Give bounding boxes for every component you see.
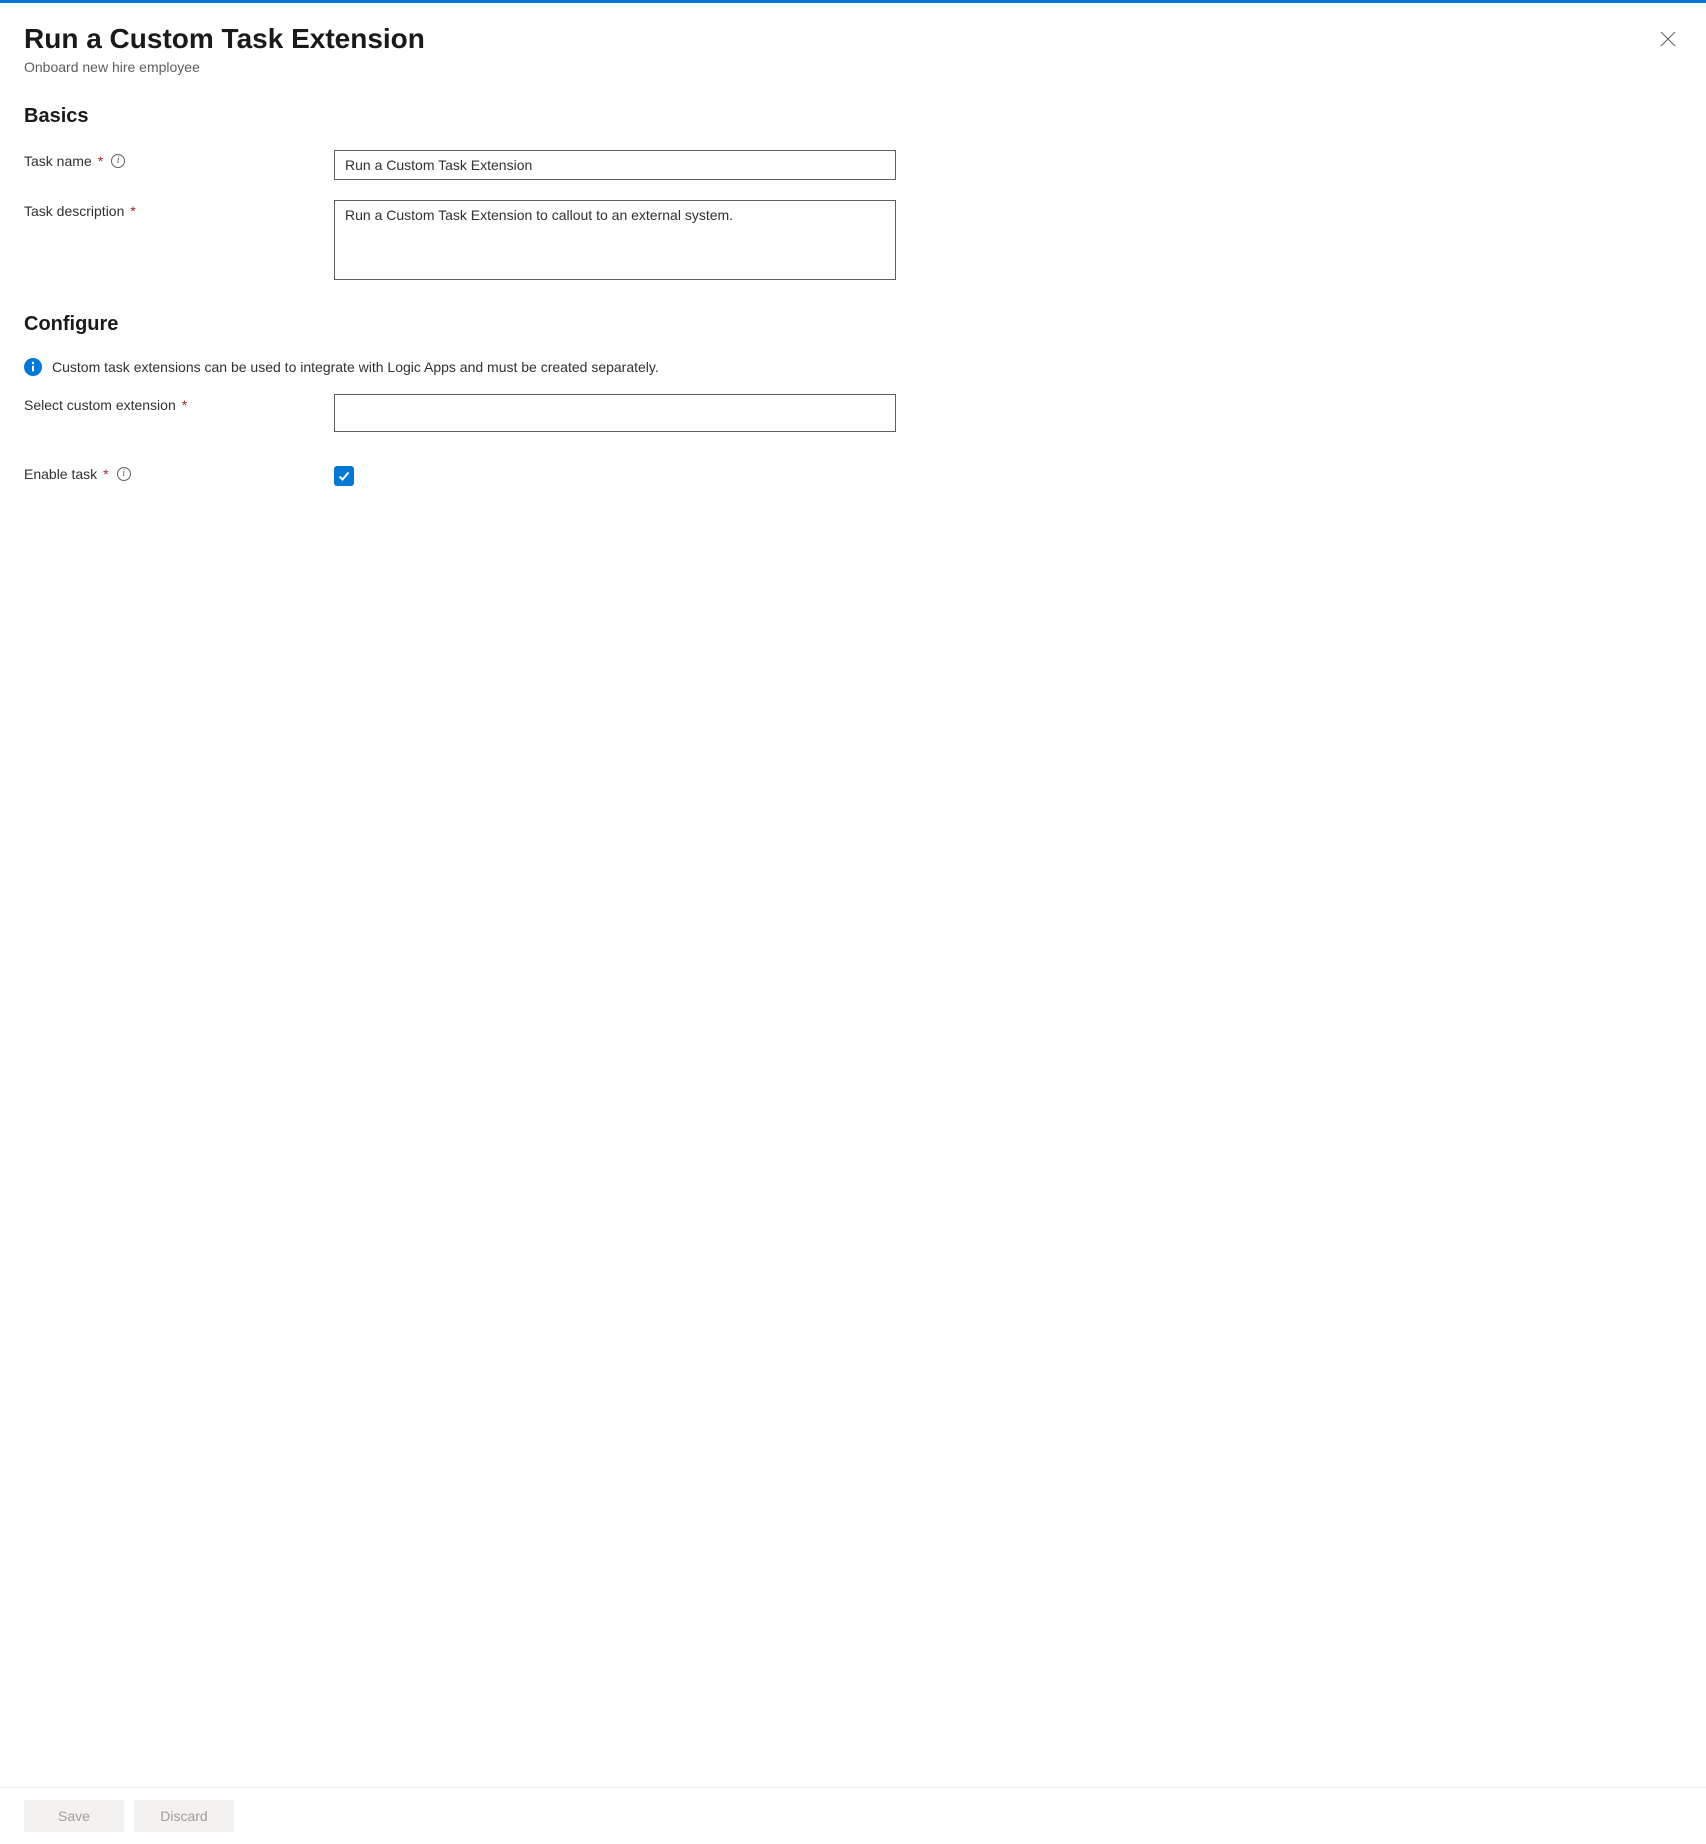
- enable-task-row: Enable task * i: [24, 466, 1682, 486]
- task-description-input[interactable]: [334, 200, 896, 280]
- select-extension-label: Select custom extension: [24, 397, 176, 413]
- close-button[interactable]: [1654, 25, 1682, 56]
- panel-title-block: Run a Custom Task Extension Onboard new …: [24, 21, 425, 75]
- info-icon[interactable]: i: [117, 467, 131, 481]
- task-description-row: Task description *: [24, 200, 1682, 283]
- task-name-label-wrap: Task name * i: [24, 150, 334, 169]
- task-description-input-wrap: [334, 200, 896, 283]
- task-name-row: Task name * i: [24, 150, 1682, 180]
- required-indicator: *: [103, 466, 108, 482]
- enable-task-checkbox-wrap: [334, 466, 354, 486]
- required-indicator: *: [130, 203, 135, 219]
- basics-heading: Basics: [24, 105, 1682, 128]
- required-indicator: *: [98, 153, 103, 169]
- save-button[interactable]: Save: [24, 1800, 124, 1832]
- panel-title: Run a Custom Task Extension: [24, 21, 425, 57]
- select-extension-label-wrap: Select custom extension *: [24, 394, 334, 413]
- info-icon: [24, 358, 42, 376]
- close-icon: [1660, 31, 1676, 47]
- enable-task-checkbox[interactable]: [334, 466, 354, 486]
- panel-footer: Save Discard: [0, 1787, 1706, 1844]
- enable-task-label: Enable task: [24, 466, 97, 482]
- required-indicator: *: [182, 397, 187, 413]
- checkmark-icon: [337, 469, 351, 483]
- select-extension-input-wrap: [334, 394, 896, 432]
- select-extension-input[interactable]: [334, 394, 896, 432]
- task-description-label: Task description: [24, 203, 124, 219]
- configure-info-text: Custom task extensions can be used to in…: [52, 359, 659, 375]
- panel-subtitle: Onboard new hire employee: [24, 59, 425, 75]
- task-name-label: Task name: [24, 153, 92, 169]
- task-name-input-wrap: [334, 150, 896, 180]
- select-extension-row: Select custom extension *: [24, 394, 1682, 432]
- configure-info-banner: Custom task extensions can be used to in…: [24, 358, 1682, 376]
- info-icon[interactable]: i: [111, 154, 125, 168]
- enable-task-label-wrap: Enable task * i: [24, 466, 334, 482]
- task-name-input[interactable]: [334, 150, 896, 180]
- task-description-label-wrap: Task description *: [24, 200, 334, 219]
- discard-button[interactable]: Discard: [134, 1800, 234, 1832]
- task-extension-panel: Run a Custom Task Extension Onboard new …: [0, 3, 1706, 486]
- configure-heading: Configure: [24, 313, 1682, 336]
- panel-header: Run a Custom Task Extension Onboard new …: [24, 21, 1682, 75]
